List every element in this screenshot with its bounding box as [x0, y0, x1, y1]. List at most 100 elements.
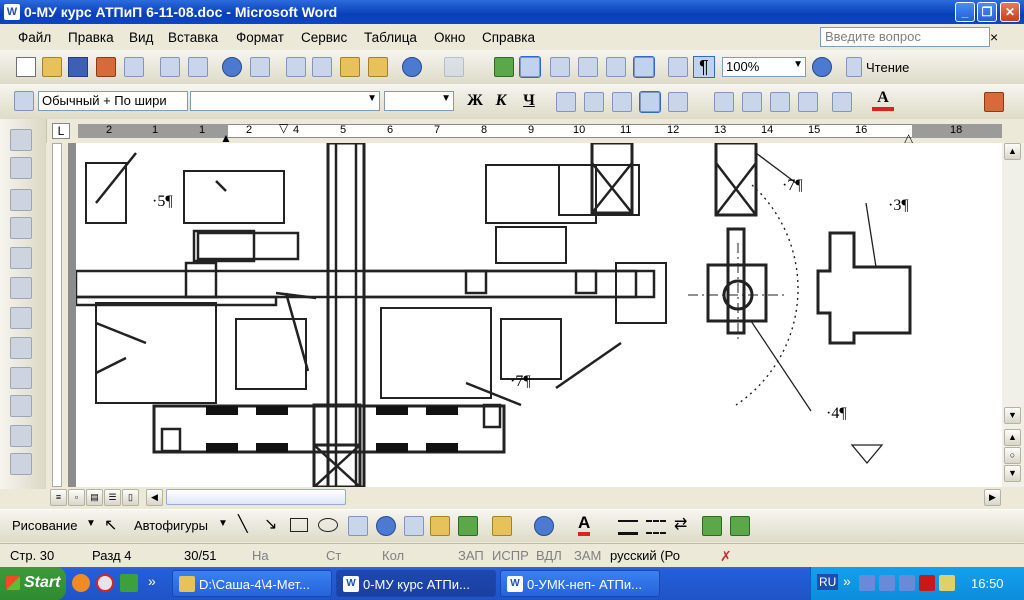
minimize-button[interactable]: _ [955, 2, 975, 22]
media-player-icon[interactable] [96, 574, 114, 592]
document-close-icon[interactable]: × [990, 29, 998, 45]
draw-menu-button[interactable]: Рисование [12, 518, 77, 533]
menu-table[interactable]: Таблица [364, 30, 417, 45]
spelling-icon[interactable] [222, 57, 242, 77]
wordart-icon[interactable] [376, 516, 396, 536]
horizontal-scrollbar[interactable]: ≡ ▫ ▤ ☰ ▯ ◀ ▶ [46, 487, 1002, 507]
new-document-icon[interactable] [16, 57, 36, 77]
toolbar-options-icon[interactable] [984, 92, 1004, 112]
tray-chevron[interactable]: » [843, 573, 851, 589]
word-app-icon[interactable]: W [4, 4, 20, 20]
restore-button[interactable]: ❐ [977, 2, 997, 22]
clip-art-icon[interactable] [430, 516, 450, 536]
scroll-up-button[interactable]: ▲ [1004, 143, 1021, 160]
outline-view-button[interactable]: ☰ [104, 489, 121, 506]
line-color-icon[interactable] [534, 516, 554, 536]
first-line-indent-marker[interactable]: ▽ [279, 121, 288, 135]
tool-icon[interactable] [10, 217, 32, 239]
pencil-icon[interactable] [10, 247, 32, 269]
align-left-icon[interactable] [556, 92, 576, 112]
network-icon[interactable] [879, 575, 895, 591]
redo-icon[interactable] [444, 57, 464, 77]
start-button[interactable]: Start [0, 567, 66, 600]
format-painter-icon[interactable] [368, 57, 388, 77]
menu-view[interactable]: Вид [129, 30, 153, 45]
print-icon[interactable] [160, 57, 180, 77]
safely-remove-icon[interactable] [939, 575, 955, 591]
style-select[interactable]: Обычный + По шири [38, 91, 188, 111]
tool-icon[interactable] [10, 189, 32, 211]
dash-style-icon[interactable] [646, 520, 666, 534]
text-box-icon[interactable] [348, 516, 368, 536]
insert-excel-icon[interactable] [578, 57, 598, 77]
document-page[interactable]: ·5¶ ·7¶ ·3¶ ·7¶ ·4¶ [76, 143, 1002, 487]
justify-icon[interactable] [639, 91, 661, 113]
spelling-status-icon[interactable]: ✗ [720, 548, 732, 565]
menu-format[interactable]: Формат [236, 30, 284, 45]
status-overtype[interactable]: ЗАМ [574, 548, 601, 563]
paste-icon[interactable] [340, 57, 360, 77]
network-icon[interactable] [899, 575, 915, 591]
line-spacing-icon[interactable] [668, 92, 688, 112]
line-icon[interactable]: ╲ [238, 514, 248, 534]
menu-help[interactable]: Справка [482, 30, 535, 45]
undo-icon[interactable] [402, 57, 422, 77]
status-language[interactable]: русский (Ро [610, 548, 680, 563]
numbering-icon[interactable] [714, 92, 734, 112]
reading-mode-button[interactable]: Чтение [866, 60, 909, 75]
document-area[interactable]: ·5¶ ·7¶ ·3¶ ·7¶ ·4¶ [68, 143, 1002, 487]
vertical-scrollbar[interactable]: ▲ ▼ ▲ ○ ▼ [1002, 143, 1024, 487]
borders-icon[interactable] [832, 92, 852, 112]
menu-file[interactable]: Файл [18, 30, 51, 45]
align-center-icon[interactable] [584, 92, 604, 112]
zoom-select[interactable]: 100% ▼ [722, 57, 806, 77]
clock[interactable]: 16:50 [971, 576, 1004, 591]
select-objects-icon[interactable]: ↖ [104, 515, 117, 535]
task-word-active[interactable]: W 0-МУ курс АТПи... [336, 570, 496, 597]
split-cells-icon[interactable] [10, 395, 32, 417]
copy-icon[interactable] [312, 57, 332, 77]
diagram-icon[interactable] [404, 516, 424, 536]
decrease-indent-icon[interactable] [770, 92, 790, 112]
drawing-icon[interactable] [633, 56, 655, 78]
scroll-left-button[interactable]: ◀ [146, 489, 163, 506]
underline-button[interactable]: Ч [518, 90, 540, 112]
cut-icon[interactable] [286, 57, 306, 77]
web-view-button[interactable]: ▫ [68, 489, 85, 506]
italic-button[interactable]: К [490, 90, 512, 112]
horizontal-scroll-thumb[interactable] [166, 489, 346, 505]
reading-icon[interactable] [846, 57, 862, 77]
next-page-button[interactable]: ▼ [1004, 465, 1021, 482]
font-size-select[interactable]: ▼ [384, 91, 454, 111]
insert-picture-icon[interactable] [458, 516, 478, 536]
app-launcher-icon[interactable] [120, 574, 138, 592]
tab-selector[interactable]: L [52, 123, 70, 139]
table-icon[interactable] [10, 277, 32, 299]
firefox-icon[interactable] [72, 574, 90, 592]
status-track-changes[interactable]: ИСПР [492, 548, 529, 563]
font-color-button[interactable]: A [872, 89, 894, 111]
3d-style-icon[interactable] [730, 516, 750, 536]
bold-button[interactable]: Ж [464, 90, 486, 112]
save-icon[interactable] [68, 57, 88, 77]
insert-rows-icon[interactable] [10, 367, 32, 389]
align-right-icon[interactable] [612, 92, 632, 112]
bullets-icon[interactable] [742, 92, 762, 112]
distribute-icon[interactable] [10, 453, 32, 475]
title-bar[interactable]: W 0-МУ курс АТПиП 6-11-08.doc - Microsof… [0, 0, 1024, 24]
language-indicator[interactable]: RU [817, 574, 839, 590]
menu-window[interactable]: Окно [434, 30, 465, 45]
scroll-right-button[interactable]: ▶ [984, 489, 1001, 506]
print-view-button[interactable]: ▤ [86, 489, 103, 506]
styles-icon[interactable] [14, 91, 34, 111]
status-record[interactable]: ЗАП [458, 548, 484, 563]
browse-object-button[interactable]: ○ [1004, 447, 1021, 464]
align-icon[interactable] [10, 425, 32, 447]
arrow-icon[interactable]: ↘ [264, 514, 277, 534]
show-formatting-icon[interactable]: ¶ [693, 56, 715, 78]
hyperlink-icon[interactable] [494, 57, 514, 77]
font-color-icon[interactable]: A [578, 514, 591, 536]
fill-color-icon[interactable] [492, 516, 512, 536]
fill-icon[interactable] [10, 307, 32, 329]
previous-page-button[interactable]: ▲ [1004, 429, 1021, 446]
